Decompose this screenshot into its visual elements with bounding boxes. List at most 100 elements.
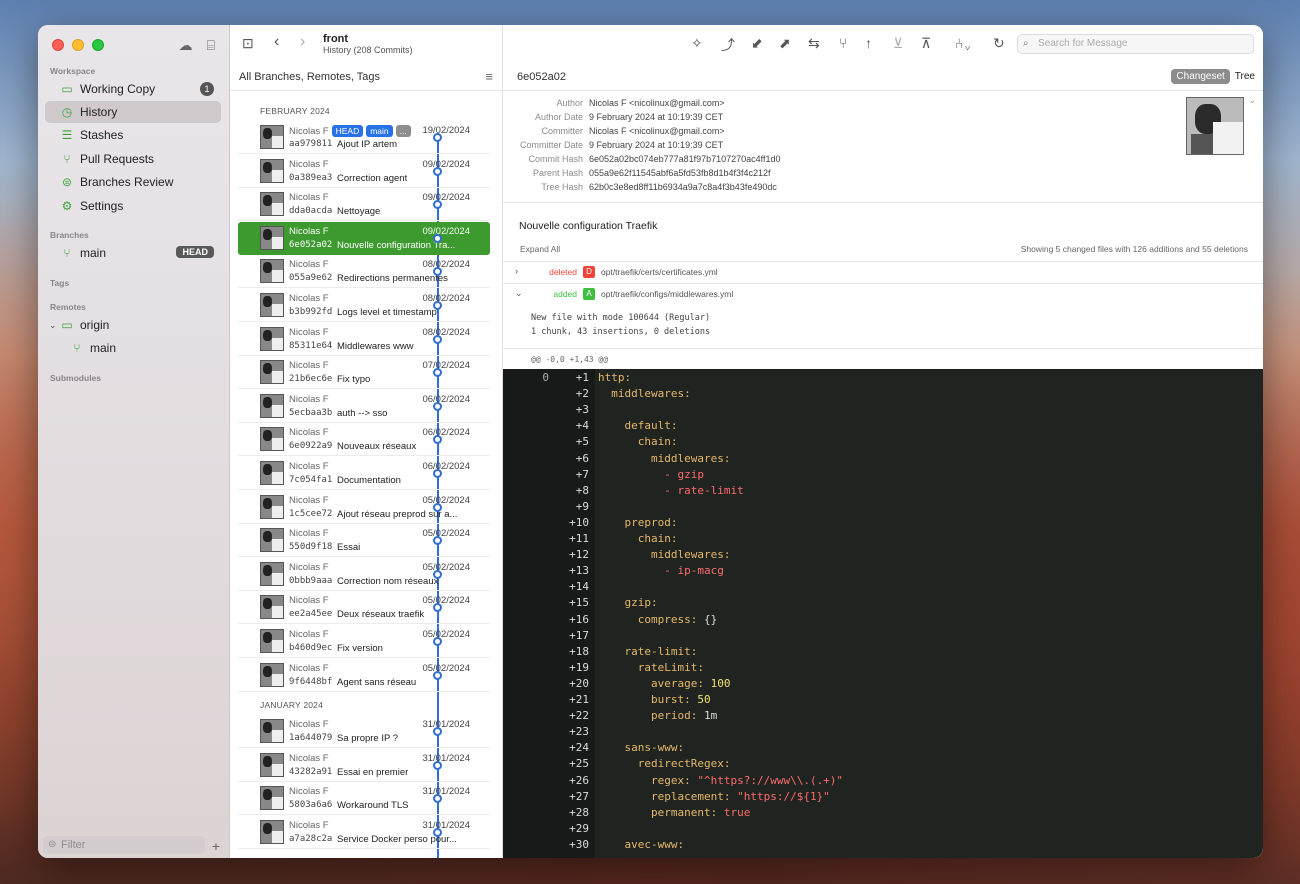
search-icon: ⌕	[1023, 38, 1029, 49]
new-line-number: +10	[569, 515, 589, 529]
sidebar-item-history[interactable]: ◷ History	[45, 101, 221, 123]
stash-icon[interactable]: ⊻	[893, 35, 903, 52]
branch-icon[interactable]: ⑂	[839, 35, 847, 51]
sidebar-item-pull-requests[interactable]: ⑂ Pull Requests	[45, 148, 221, 170]
back-arrow-icon[interactable]: ‹	[274, 33, 279, 51]
changed-file-row[interactable]: ⌄ added Aopt/traefik/configs/middlewares.y…	[503, 283, 1263, 305]
tag-icon[interactable]: ↑	[865, 35, 872, 51]
sidebar-toggle-icon[interactable]: ⊡	[242, 35, 254, 52]
avatar	[260, 192, 284, 217]
sidebar-item-label: Working Copy	[80, 82, 156, 96]
sidebar-branch-main[interactable]: ⑂ main HEAD	[45, 242, 221, 264]
fetch-icon[interactable]: ⇆	[808, 35, 820, 52]
commit-row[interactable]: Nicolas F 06/02/2024 5ecbaa3b auth --> sso	[238, 390, 490, 423]
filter-options-icon[interactable]: ≡	[485, 63, 493, 91]
commit-row[interactable]: Nicolas F 05/02/2024 b460d9ec Fix version	[238, 625, 490, 658]
commit-row[interactable]: Nicolas F 06/02/2024 6e0922a9 Nouveaux rése…	[238, 423, 490, 457]
meta-value: Nicolas F <nicolinux@gmail.com>	[589, 98, 725, 108]
commit-icon[interactable]: ⤴	[721, 35, 735, 55]
clock-icon: ◷	[61, 105, 73, 119]
commit-row[interactable]: Nicolas F 08/02/2024 055a9e62 Redirections …	[238, 255, 490, 289]
commit-row[interactable]: Nicolas F 06/02/2024 7c054fa1 Documentation	[238, 457, 490, 490]
commit-date: 06/02/2024	[422, 427, 470, 439]
avatar	[260, 158, 284, 183]
commit-row[interactable]: Nicolas F 05/02/2024 0bbb9aaa Correction no…	[238, 558, 490, 591]
sidebar-item-working-copy[interactable]: ▭ Working Copy 1	[45, 78, 221, 100]
ref-tag[interactable]: HEAD	[331, 125, 364, 137]
commit-row[interactable]: Nicolas F 08/02/2024 b3b992fd Logs level et…	[238, 289, 490, 322]
new-line-number: +7	[575, 467, 589, 481]
commit-row[interactable]: Nicolas F 05/02/2024 1c5cee72 Ajout réseau …	[238, 491, 490, 524]
graph-node	[433, 233, 442, 243]
branch-review-icon: ⊜	[61, 175, 73, 189]
commit-hash: 6e0922a9	[289, 441, 333, 452]
commit-hash: dda0acda	[289, 206, 333, 217]
branch-filter-header[interactable]: All Branches, Remotes, Tags ≡	[230, 63, 503, 91]
close-button[interactable]	[52, 39, 64, 51]
chevron-down-icon[interactable]: ⌄	[49, 320, 59, 331]
commit-row[interactable]: Nicolas F 05/02/2024 9f6448bf Agent sans ré…	[238, 659, 490, 692]
sidebar-item-settings[interactable]: ⚙ Settings	[45, 195, 221, 217]
commit-row[interactable]: Nicolas F 31/01/2024 5803a6a6 Workaround TL…	[238, 782, 490, 816]
commit-date: 06/02/2024	[422, 393, 470, 405]
tab-tree[interactable]: Tree	[1230, 69, 1260, 84]
commit-author: Nicolas F	[289, 225, 329, 237]
new-line-number: +20	[569, 676, 589, 690]
sidebar-item-label: Stashes	[80, 128, 124, 142]
tab-changeset[interactable]: Changeset	[1171, 69, 1230, 84]
commit-row[interactable]: Nicolas F 05/02/2024 ee2a45ee Deux réseaux …	[238, 591, 490, 625]
commit-row[interactable]: Nicolas F 07/02/2024 21b6ec6e Fix typo	[238, 356, 490, 390]
commit-row[interactable]: Nicolas F HEAD main... 19/02/2024 aa979811 Aj…	[238, 121, 490, 154]
search-input[interactable]: ⌕ Search for Message	[1017, 34, 1254, 54]
commit-row[interactable]: Nicolas F 31/01/2024 43282a91 Essai en prem…	[238, 749, 490, 782]
line-code: compress: {}	[637, 612, 718, 626]
magic-wand-icon[interactable]: ✧	[691, 35, 703, 52]
avatar	[260, 528, 284, 553]
diff-line: +8 - rate-limit	[503, 483, 1263, 499]
new-line-number: +17	[569, 628, 589, 642]
expand-all-button[interactable]: Expand All	[520, 244, 560, 254]
new-line-number: +26	[569, 773, 589, 787]
commit-message: Correction agent	[337, 172, 408, 184]
refresh-icon[interactable]: ↻	[993, 35, 1005, 52]
push-icon[interactable]: ⬈	[779, 35, 791, 52]
commit-author: Nicolas F	[289, 326, 329, 338]
changed-file-row[interactable]: › deleted Dopt/traefik/certs/certificates.…	[503, 261, 1263, 283]
commit-message: Workaround TLS	[337, 800, 409, 812]
diff-line: +21 burst: 50	[503, 692, 1263, 708]
forward-arrow-icon[interactable]: ›	[300, 33, 305, 51]
diff-line: +22 period: 1m	[503, 708, 1263, 724]
minimize-button[interactable]	[72, 39, 84, 51]
sidebar-item-branches-review[interactable]: ⊜ Branches Review	[45, 171, 221, 193]
commit-message: Redirections permanentes	[337, 273, 448, 285]
graph-node	[433, 637, 442, 646]
line-code: rate-limit:	[624, 644, 698, 658]
line-code: redirectRegex:	[637, 757, 731, 771]
sidebar-remote-branch-main[interactable]: ⑂ main	[45, 337, 221, 359]
chevron-down-icon[interactable]: ⌄	[1248, 95, 1256, 106]
sidebar-item-stashes[interactable]: ☰ Stashes	[45, 124, 221, 146]
meta-value: Nicolas F <nicolinux@gmail.com>	[589, 126, 725, 136]
commit-row[interactable]: Nicolas F 31/01/2024 1a644079 Sa propre IP …	[238, 715, 490, 748]
commit-date: 05/02/2024	[422, 528, 470, 540]
diff-line: +12 middlewares:	[503, 547, 1263, 563]
add-button[interactable]: +	[212, 838, 220, 854]
filter-input[interactable]: ⊜ Filter	[43, 836, 205, 854]
ref-tag[interactable]: ...	[395, 125, 411, 137]
drive-icon[interactable]: ⌸	[207, 37, 215, 54]
commit-row[interactable]: Nicolas F 09/02/2024 6e052a02 Nouvelle conf…	[238, 221, 490, 255]
commit-date: 07/02/2024	[422, 360, 470, 372]
commit-row[interactable]: Nicolas F 05/02/2024 550d9f18 Essai	[238, 524, 490, 558]
commit-row[interactable]: Nicolas F 31/01/2024 a7a28c2a Service Docke…	[238, 816, 490, 849]
new-line-number: +22	[569, 709, 589, 723]
apply-stash-icon[interactable]: ⊼	[921, 35, 931, 52]
commit-row[interactable]: Nicolas F 09/02/2024 0a389ea3 Correction ag…	[238, 155, 490, 188]
merge-options-icon[interactable]: ⑃⌄	[955, 35, 972, 51]
cloud-icon[interactable]: ☁	[179, 37, 193, 54]
zoom-button[interactable]	[92, 39, 104, 51]
commit-row[interactable]: Nicolas F 09/02/2024 dda0acda Nettoyage	[238, 188, 490, 222]
commit-row[interactable]: Nicolas F 08/02/2024 85311e64 Middlewares w…	[238, 323, 490, 356]
sidebar-remote-origin[interactable]: ⌄ ▭ origin	[45, 314, 221, 336]
ref-tag[interactable]: main	[366, 125, 393, 137]
pull-icon[interactable]: ⬋	[751, 35, 763, 52]
